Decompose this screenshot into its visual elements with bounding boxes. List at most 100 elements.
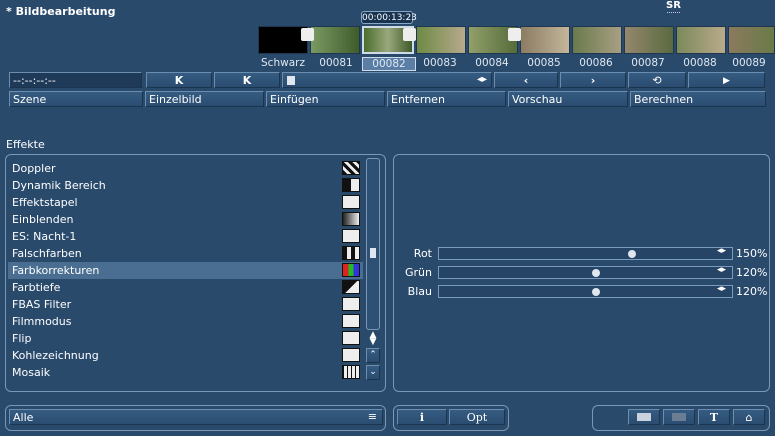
slider-rot-knob[interactable]	[628, 250, 636, 258]
slider-blau[interactable]	[438, 285, 733, 298]
menu-entfernen[interactable]: Entfernen	[387, 91, 506, 107]
effect-item-kohlezeichnung[interactable]: Kohlezeichnung	[8, 347, 363, 364]
menu-einfuegen[interactable]: Einfügen	[266, 91, 385, 107]
go-to-end-button[interactable]: K	[214, 72, 280, 88]
effect-label: ES: Nacht-1	[12, 230, 77, 243]
thumbnail-00088[interactable]	[676, 26, 726, 54]
effect-falschfarben-icon	[342, 246, 360, 260]
menu-einzelbild[interactable]: Einzelbild	[145, 91, 264, 107]
effect-label: Einblenden	[12, 213, 74, 226]
effect-item-einblenden[interactable]: Einblenden	[8, 211, 363, 228]
effect-item-farbkorrekturen[interactable]: Farbkorrekturen	[8, 262, 363, 279]
frame-label-schwarz: Schwarz	[261, 57, 305, 69]
play-button[interactable]: ▶	[688, 72, 765, 88]
effect-label: Flip	[12, 332, 32, 345]
effect-farbtiefe-icon	[342, 280, 360, 294]
param-value-gruen: 120%	[736, 266, 768, 279]
thumbnail-00081[interactable]	[310, 26, 360, 54]
effect-effektstapel-icon	[342, 195, 360, 209]
next-frame-button[interactable]: ›	[560, 72, 626, 88]
frame-label-00083: 00083	[423, 57, 457, 69]
marker-icon-00082	[403, 28, 416, 41]
effect-item-farbtiefe[interactable]: Farbtiefe	[8, 279, 363, 296]
monitor-button[interactable]	[628, 409, 660, 425]
thumbnail-00086[interactable]	[572, 26, 622, 54]
scroll-down-icon[interactable]: ⌄	[366, 365, 380, 380]
effect-label: Falschfarben	[12, 247, 82, 260]
opt-button[interactable]: Opt	[449, 409, 505, 425]
effect-label: Effektstapel	[12, 196, 78, 209]
effect-item-es-nacht-1[interactable]: ES: Nacht-1	[8, 228, 363, 245]
loop-button[interactable]: ⟲	[628, 72, 686, 88]
title-button[interactable]: T	[698, 409, 730, 425]
timeline-scrollbar[interactable]: ◂▸	[282, 72, 492, 88]
effect-item-doppler[interactable]: Doppler	[8, 160, 363, 177]
scroll-arrows-icon[interactable]: ◂▸	[477, 73, 487, 87]
slider-gruen[interactable]	[438, 266, 733, 279]
scroll-updown-icon[interactable]: ▲ ▼	[366, 331, 380, 347]
slider-blau-knob[interactable]	[592, 288, 600, 296]
logo: SR	[666, 0, 681, 11]
effect-item-falschfarben[interactable]: Falschfarben	[8, 245, 363, 262]
info-button[interactable]: i	[397, 409, 447, 425]
effect-label: FBAS Filter	[12, 298, 72, 311]
thumbnail-00083[interactable]	[416, 26, 466, 54]
list-scroll-thumb[interactable]	[370, 248, 376, 258]
menu-szene[interactable]: Szene	[9, 91, 143, 107]
list-scrollbar-track[interactable]	[366, 158, 380, 330]
effect-fbas-icon	[342, 297, 360, 311]
effect-mosaik-icon	[342, 365, 360, 379]
frame-label-00087: 00087	[631, 57, 665, 69]
effect-label: Doppler	[12, 162, 56, 175]
param-value-rot: 150%	[736, 247, 768, 260]
home-button[interactable]: ⌂	[733, 409, 765, 425]
thumbnail-00089[interactable]	[728, 26, 775, 54]
filter-dropdown[interactable]: Alle ≡	[9, 409, 383, 425]
effect-label: Farbkorrekturen	[12, 264, 100, 277]
menu-icon: ≡	[367, 410, 377, 423]
slider-arrows-icon[interactable]: ◂▸	[717, 246, 726, 256]
effect-label: Filmmodus	[12, 315, 72, 328]
go-to-start-button[interactable]: K	[146, 72, 212, 88]
menu-berechnen[interactable]: Berechnen	[630, 91, 766, 107]
frame-label-00085: 00085	[527, 57, 561, 69]
effect-einblenden-icon	[342, 212, 360, 226]
previous-frame-button[interactable]: ‹	[494, 72, 558, 88]
menu-vorschau[interactable]: Vorschau	[508, 91, 628, 107]
scroll-up-icon[interactable]: ⌃	[366, 348, 380, 363]
logo-underline	[667, 12, 680, 15]
effect-label: Dynamik Bereich	[12, 179, 106, 192]
timecode-field[interactable]: --:--:--:--	[9, 72, 142, 88]
effect-label: Farbtiefe	[12, 281, 61, 294]
frame-label-00082[interactable]: 00082	[362, 57, 416, 71]
effect-kohlezeichnung-icon	[342, 348, 360, 362]
slider-arrows-icon[interactable]: ◂▸	[717, 265, 726, 275]
param-label-rot: Rot	[413, 247, 432, 260]
effect-item-filmmodus[interactable]: Filmmodus	[8, 313, 363, 330]
filter-value: Alle	[13, 411, 34, 424]
slider-gruen-knob[interactable]	[592, 269, 600, 277]
monitor-icon	[637, 413, 651, 421]
effect-item-mosaik[interactable]: Mosaik	[8, 364, 363, 381]
effect-doppler-icon	[342, 161, 360, 175]
effect-label: Mosaik	[12, 366, 51, 379]
effect-item-flip[interactable]: Flip	[8, 330, 363, 347]
slider-arrows-icon[interactable]: ◂▸	[717, 284, 726, 294]
effect-item-fbas-filter[interactable]: FBAS Filter	[8, 296, 363, 313]
window-title: * Bildbearbeitung	[6, 5, 116, 18]
effect-farbkorrekturen-icon	[342, 263, 360, 277]
frame-label-00089: 00089	[732, 57, 766, 69]
scroll-thumb[interactable]	[287, 76, 295, 85]
effect-item-dynamik-bereich[interactable]: Dynamik Bereich	[8, 177, 363, 194]
thumbnail-00087[interactable]	[624, 26, 674, 54]
timecode-display: 00:00:13:23	[361, 11, 417, 24]
effect-item-effektstapel[interactable]: Effektstapel	[8, 194, 363, 211]
marker-icon-00081	[301, 28, 314, 41]
frame-label-00088: 00088	[683, 57, 717, 69]
edit-button[interactable]	[663, 409, 695, 425]
slider-rot[interactable]	[438, 247, 733, 260]
frame-label-00084: 00084	[475, 57, 509, 69]
thumbnail-00085[interactable]	[520, 26, 570, 54]
edit-icon	[672, 413, 686, 421]
effect-label: Kohlezeichnung	[12, 349, 99, 362]
